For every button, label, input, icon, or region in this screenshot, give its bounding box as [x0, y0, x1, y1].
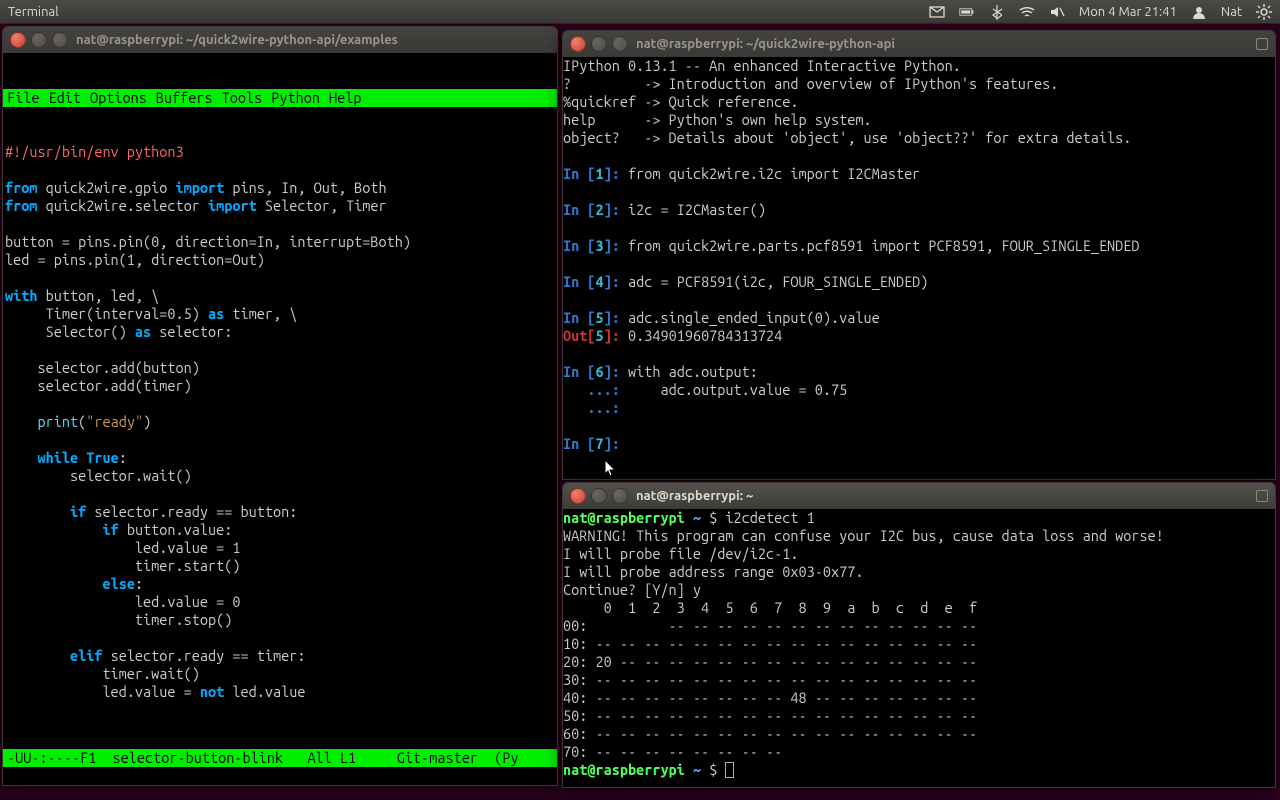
top-panel: Terminal Mon 4 Mar 21:41 Nat: [0, 0, 1280, 24]
emacs-menu-item[interactable]: File: [7, 89, 39, 107]
user-label[interactable]: Nat: [1221, 5, 1242, 19]
volume-icon[interactable]: [1049, 4, 1065, 20]
emacs-menu-item[interactable]: Edit: [48, 89, 80, 107]
emacs-menubar[interactable]: File Edit Options Buffers Tools Python Help: [3, 89, 557, 107]
maximize-button[interactable]: [52, 32, 68, 48]
minimize-button[interactable]: [31, 32, 47, 48]
ipython-body[interactable]: IPython 0.13.1 -- An enhanced Interactiv…: [563, 57, 1275, 479]
gear-icon[interactable]: [1256, 4, 1272, 20]
ipython-titlebar[interactable]: nat@raspberrypi: ~/quick2wire-python-api: [563, 31, 1275, 57]
shell-titlebar[interactable]: nat@raspberrypi: ~: [563, 483, 1275, 509]
close-button[interactable]: [570, 488, 586, 504]
maximize-button[interactable]: [612, 488, 628, 504]
emacs-menu-item[interactable]: Options: [90, 89, 147, 107]
window-title: nat@raspberrypi: ~: [636, 489, 753, 503]
maximize-button[interactable]: [612, 36, 628, 52]
emacs-window: nat@raspberrypi: ~/quick2wire-python-api…: [2, 26, 558, 786]
shell-body[interactable]: nat@raspberrypi ~ $ i2cdetect 1WARNING! …: [563, 509, 1275, 787]
close-button[interactable]: [570, 36, 586, 52]
cursor-icon: [725, 762, 734, 778]
emacs-menu-item[interactable]: Tools: [222, 89, 263, 107]
active-app-label: Terminal: [8, 5, 59, 19]
window-toggle-icon[interactable]: [1256, 490, 1268, 502]
window-title: nat@raspberrypi: ~/quick2wire-python-api: [636, 37, 895, 51]
minimize-button[interactable]: [591, 488, 607, 504]
emacs-menu-item[interactable]: Python: [271, 89, 320, 107]
mail-icon[interactable]: [929, 4, 945, 20]
user-icon: [1191, 4, 1207, 20]
ipython-window: nat@raspberrypi: ~/quick2wire-python-api…: [562, 30, 1276, 480]
window-toggle-icon[interactable]: [1256, 38, 1268, 50]
emacs-minibuffer[interactable]: [3, 767, 557, 785]
shell-window: nat@raspberrypi: ~ nat@raspberrypi ~ $ i…: [562, 482, 1276, 788]
emacs-titlebar[interactable]: nat@raspberrypi: ~/quick2wire-python-api…: [3, 27, 557, 53]
emacs-body[interactable]: File Edit Options Buffers Tools Python Help #!…: [3, 53, 557, 785]
battery-icon[interactable]: [959, 4, 975, 20]
wifi-icon[interactable]: [1019, 4, 1035, 20]
minimize-button[interactable]: [591, 36, 607, 52]
emacs-code-area[interactable]: #!/usr/bin/env python3 from quick2wire.g…: [3, 143, 557, 701]
emacs-menu-item[interactable]: Help: [329, 89, 361, 107]
emacs-statusbar: -UU-:----F1 selector-button-blink All L1…: [3, 749, 557, 767]
clock-label[interactable]: Mon 4 Mar 21:41: [1079, 5, 1177, 19]
close-button[interactable]: [10, 32, 26, 48]
emacs-menu-item[interactable]: Buffers: [156, 89, 213, 107]
window-title: nat@raspberrypi: ~/quick2wire-python-api…: [76, 33, 398, 47]
bluetooth-icon[interactable]: [989, 4, 1005, 20]
